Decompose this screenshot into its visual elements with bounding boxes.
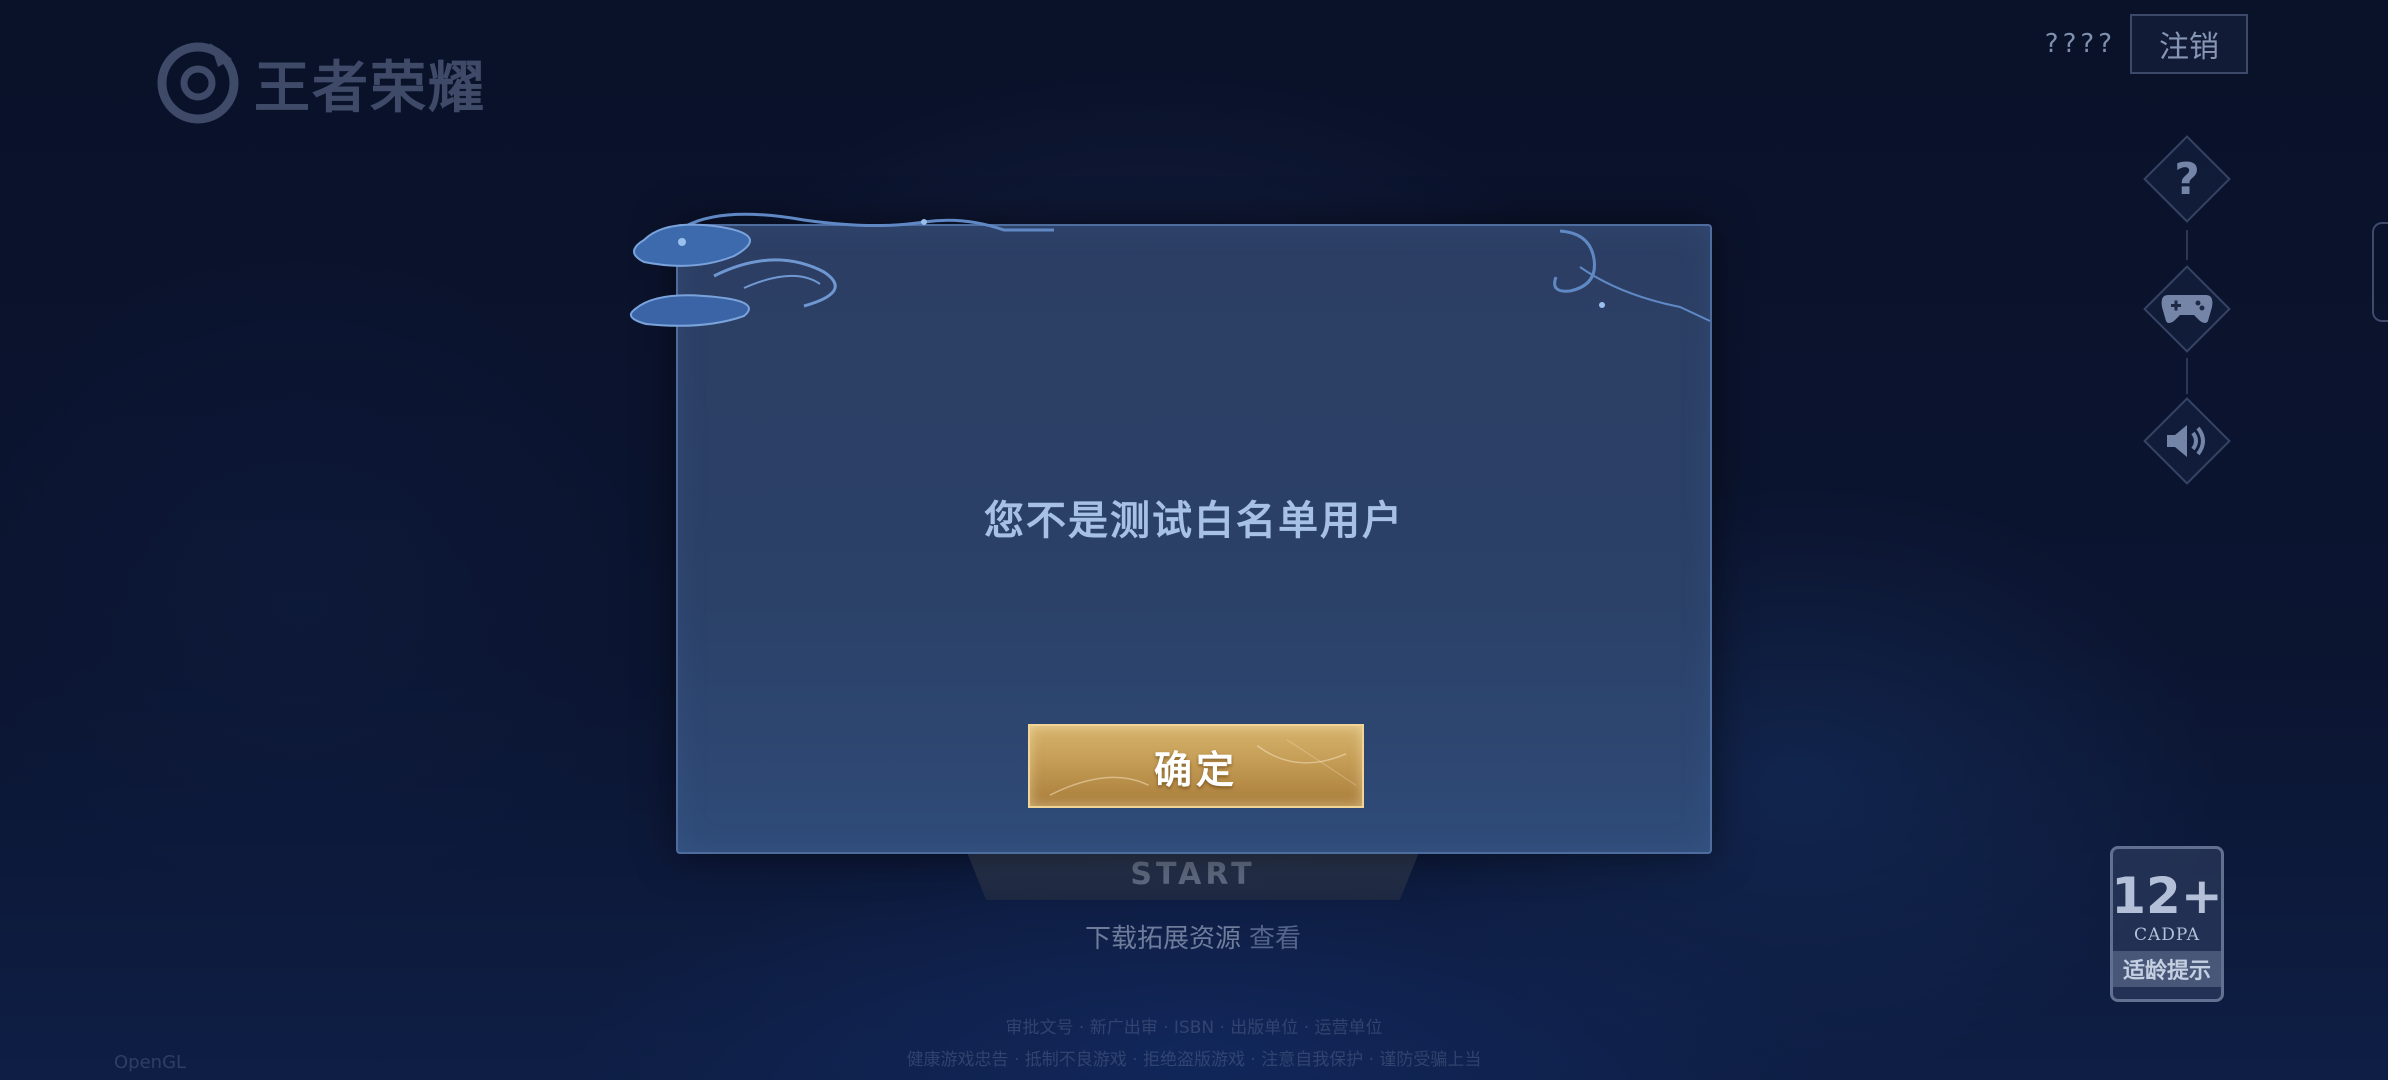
logo-mark-icon (157, 42, 239, 124)
side-divider (2186, 358, 2188, 394)
age-rating-badge[interactable]: 12+ CADPA 适龄提示 (2110, 846, 2224, 1002)
side-divider (2186, 230, 2188, 260)
game-logo: 王者荣耀 (152, 38, 512, 128)
age-rating-number: 12+ (2111, 867, 2223, 925)
download-view-link[interactable]: 查看 (1249, 924, 1301, 954)
renderer-info: OpenGL (114, 1052, 187, 1073)
account-name: ???? (2044, 29, 2116, 59)
cloud-ornament-icon (1553, 229, 1711, 322)
start-label: START (1130, 856, 1256, 892)
help-icon: ? (2174, 153, 2200, 205)
side-drawer-handle[interactable] (2372, 222, 2388, 322)
logout-button[interactable]: 注销 (2130, 14, 2248, 74)
confirm-button[interactable]: 确定 (1028, 724, 1364, 808)
confirm-label: 确定 (1153, 747, 1238, 792)
dialog-message: 您不是测试白名单用户 (984, 498, 1404, 544)
cloud-ornament-icon (630, 212, 1054, 327)
logo-text: 王者荣耀 (254, 55, 486, 121)
sound-button[interactable] (2142, 396, 2232, 486)
account-bar: ???? 注销 (2045, 14, 2248, 74)
age-rating-org: CADPA (2133, 925, 2201, 945)
download-resources: 下载拓展资源 查看 (1085, 918, 1301, 955)
gamepad-button[interactable] (2142, 264, 2232, 354)
age-rating-tip: 适龄提示 (2113, 951, 2221, 987)
download-text: 下载拓展资源 (1085, 924, 1242, 954)
footer-legal-text: 审批文号 · 新广出审 · ISBN · 出版单位 · 运营单位 健康游戏忠告 … (906, 1018, 1482, 1070)
help-button[interactable]: ? (2142, 134, 2232, 224)
gamepad-icon (2161, 295, 2213, 323)
speaker-icon (2167, 425, 2205, 457)
